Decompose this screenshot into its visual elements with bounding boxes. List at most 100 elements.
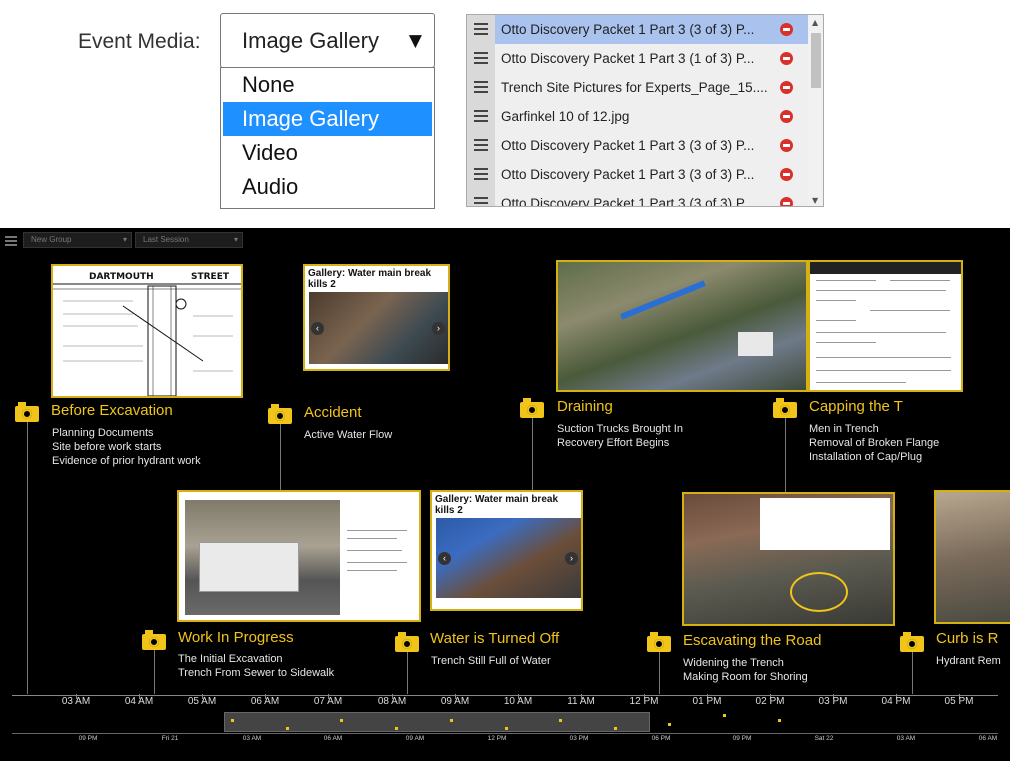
event-title[interactable]: Capping the T [809,398,903,415]
overview-tick-label: 06 AM [323,735,343,742]
event-thumbnail-gallery[interactable]: Gallery: Water main break kills 2 ‹ › [303,264,450,371]
camera-icon[interactable] [900,632,924,652]
axis-tick-label: 12 PM [629,696,659,707]
option-video[interactable]: Video [221,136,434,170]
remove-icon[interactable] [780,23,793,36]
event-media-select[interactable]: Image Gallery ▼ [220,13,435,68]
axis-tick-label: 06 AM [250,696,280,707]
overview-tick-label: 03 PM [569,735,589,742]
site-plan-drawing: DARTMOUTH STREET [53,266,241,396]
event-stem [659,648,660,694]
event-title[interactable]: Before Excavation [51,402,173,419]
remove-icon[interactable] [780,139,793,152]
overview-event-dot [505,727,508,730]
event-stem [532,414,533,490]
event-thumbnail-photo[interactable] [177,490,421,622]
remove-icon[interactable] [780,81,793,94]
overview-event-dot [614,727,617,730]
event-thumbnail-photo[interactable] [556,260,808,392]
camera-icon[interactable] [395,632,419,652]
camera-icon[interactable] [520,398,544,418]
axis-tick-label: 08 AM [377,696,407,707]
option-audio[interactable]: Audio [221,170,434,204]
camera-icon[interactable] [268,404,292,424]
drag-handle-icon[interactable] [467,15,495,44]
overview-tick-label: 12 PM [487,735,507,742]
overview-tick-label: Fri 21 [161,735,179,742]
media-file-name: Trench Site Pictures for Experts_Page_15… [495,73,767,102]
list-item[interactable]: Otto Discovery Packet 1 Part 3 (3 of 3) … [467,131,808,160]
event-thumbnail-photo[interactable] [682,492,895,626]
option-none[interactable]: None [221,68,434,102]
svg-text:STREET: STREET [191,272,230,282]
event-title[interactable]: Accident [304,404,362,421]
drag-handle-icon[interactable] [467,189,495,206]
overview-event-dot [559,719,562,722]
remove-icon[interactable] [780,110,793,123]
axis-tick-label: 05 AM [187,696,217,707]
overview-event-dot [723,714,726,717]
list-item[interactable]: Otto Discovery Packet 1 Part 3 (3 of 3) … [467,15,808,44]
event-thumbnail-document[interactable] [808,260,963,392]
media-file-list: Otto Discovery Packet 1 Part 3 (3 of 3) … [466,14,824,207]
media-file-name: Otto Discovery Packet 1 Part 3 (3 of 3) … [495,160,767,189]
event-thumbnail-gallery[interactable]: Gallery: Water main break kills 2 ‹ › [430,490,583,611]
list-item[interactable]: Garfinkel 10 of 12.jpg [467,102,808,131]
overview-event-dot [450,719,453,722]
camera-icon[interactable] [15,402,39,422]
scroll-up-icon[interactable]: ▲ [812,18,818,27]
axis-tick-label: 04 AM [124,696,154,707]
event-title[interactable]: Escavating the Road [683,632,821,649]
list-item[interactable]: Trench Site Pictures for Experts_Page_15… [467,73,808,102]
gallery-title: Gallery: Water main break kills 2 [435,494,559,516]
event-stem [27,418,28,694]
group-select[interactable]: New Group [23,232,132,248]
event-stem [154,646,155,694]
dropdown-arrow-icon: ▼ [408,31,422,51]
chevron-right-icon[interactable]: › [565,552,578,565]
gallery-photo [436,518,581,598]
photo-image [558,262,806,390]
event-thumbnail-map[interactable]: DARTMOUTH STREET [51,264,243,398]
session-select[interactable]: Last Session [135,232,243,248]
event-media-dropdown: None Image Gallery Video Audio [220,67,435,209]
event-thumbnail-photo[interactable] [934,490,1010,624]
event-description: Suction Trucks Brought In Recovery Effort… [557,423,683,449]
chevron-right-icon[interactable]: › [432,322,445,335]
event-media-select-value: Image Gallery [242,28,379,53]
remove-icon[interactable] [780,168,793,181]
option-image-gallery[interactable]: Image Gallery [223,102,432,136]
camera-icon[interactable] [142,630,166,650]
drag-handle-icon[interactable] [467,102,495,131]
event-description: Men in Trench Removal of Broken Flange Ins… [809,423,940,463]
event-title[interactable]: Work In Progress [178,629,294,646]
overview-event-dot [395,727,398,730]
event-title[interactable]: Draining [557,398,613,415]
menu-icon[interactable] [5,236,17,248]
scroll-down-icon[interactable]: ▼ [812,196,818,205]
app-root: Event Media: Image Gallery ▼ None Image … [0,0,1010,761]
list-scrollbar[interactable]: ▲ ▼ [808,15,823,206]
list-item[interactable]: Otto Discovery Packet 1 Part 3 (1 of 3) … [467,44,808,73]
drag-handle-icon[interactable] [467,131,495,160]
drag-handle-icon[interactable] [467,160,495,189]
drag-handle-icon[interactable] [467,73,495,102]
remove-icon[interactable] [780,197,793,206]
event-title[interactable]: Water is Turned Off [430,630,559,647]
list-item[interactable]: Otto Discovery Packet 1 Part 3 (3 of 3) … [467,189,808,206]
camera-icon[interactable] [773,398,797,418]
overview-tick-label: 03 AM [242,735,262,742]
remove-icon[interactable] [780,52,793,65]
event-description: Planning Documents Site before work start… [52,427,201,467]
scrollbar-thumb[interactable] [811,33,821,88]
event-title[interactable]: Curb is R [936,630,999,647]
overview-tick-label: 06 AM [978,735,998,742]
chevron-left-icon[interactable]: ‹ [311,322,324,335]
event-description: Hydrant Rem [936,655,1001,667]
chevron-left-icon[interactable]: ‹ [438,552,451,565]
drag-handle-icon[interactable] [467,44,495,73]
media-file-name: Otto Discovery Packet 1 Part 3 (3 of 3) … [495,189,767,206]
list-item[interactable]: Otto Discovery Packet 1 Part 3 (3 of 3) … [467,160,808,189]
camera-icon[interactable] [647,632,671,652]
media-file-name: Garfinkel 10 of 12.jpg [495,102,767,131]
